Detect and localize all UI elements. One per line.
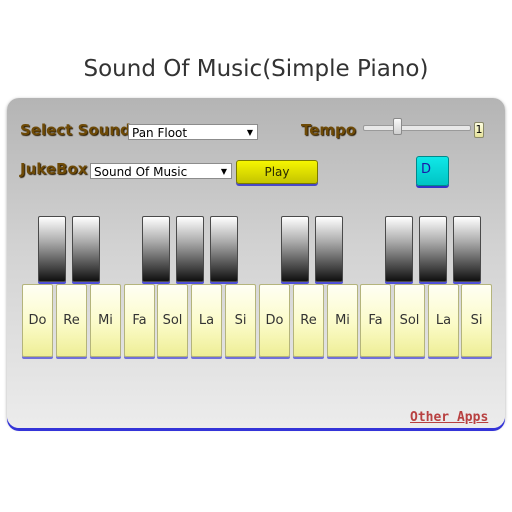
black-key[interactable] <box>385 216 413 282</box>
white-key[interactable]: Re <box>56 284 87 357</box>
white-key[interactable]: Sol <box>157 284 188 357</box>
black-key[interactable] <box>419 216 447 282</box>
white-key[interactable]: Sol <box>394 284 425 357</box>
white-key[interactable]: Do <box>259 284 290 357</box>
white-key[interactable]: Re <box>293 284 324 357</box>
white-key[interactable]: Fa <box>360 284 391 357</box>
select-sound-dropdown[interactable]: Pan Floot ▼ <box>128 124 258 140</box>
d-button[interactable]: D <box>416 156 449 186</box>
jukebox-label: JukeBox <box>20 160 88 178</box>
jukebox-value: Sound Of Music <box>94 165 188 179</box>
white-key[interactable]: La <box>428 284 459 357</box>
white-key[interactable]: La <box>191 284 222 357</box>
black-key[interactable] <box>72 216 100 282</box>
select-sound-label: Select Sound <box>20 121 131 139</box>
black-key[interactable] <box>453 216 481 282</box>
white-key[interactable]: Mi <box>327 284 358 357</box>
black-key[interactable] <box>142 216 170 282</box>
white-key[interactable]: Do <box>22 284 53 357</box>
play-button[interactable]: Play <box>236 160 318 184</box>
tempo-slider-track[interactable] <box>363 125 471 131</box>
white-key[interactable]: Fa <box>124 284 155 357</box>
page-title: Sound Of Music(Simple Piano) <box>83 56 429 82</box>
tempo-label: Tempo <box>301 121 357 139</box>
black-key[interactable] <box>281 216 309 282</box>
white-key[interactable]: Si <box>461 284 492 357</box>
chevron-down-icon: ▼ <box>246 128 253 137</box>
white-key[interactable]: Si <box>225 284 256 357</box>
jukebox-dropdown[interactable]: Sound Of Music ▼ <box>90 163 232 179</box>
black-key[interactable] <box>210 216 238 282</box>
tempo-slider-thumb[interactable] <box>392 118 402 135</box>
select-sound-value: Pan Floot <box>132 126 188 140</box>
black-key[interactable] <box>38 216 66 282</box>
chevron-down-icon: ▼ <box>220 167 227 176</box>
tempo-value: 1 <box>474 122 484 138</box>
black-key[interactable] <box>176 216 204 282</box>
black-key[interactable] <box>315 216 343 282</box>
white-key[interactable]: Mi <box>90 284 121 357</box>
other-apps-link[interactable]: Other Apps <box>410 410 488 425</box>
